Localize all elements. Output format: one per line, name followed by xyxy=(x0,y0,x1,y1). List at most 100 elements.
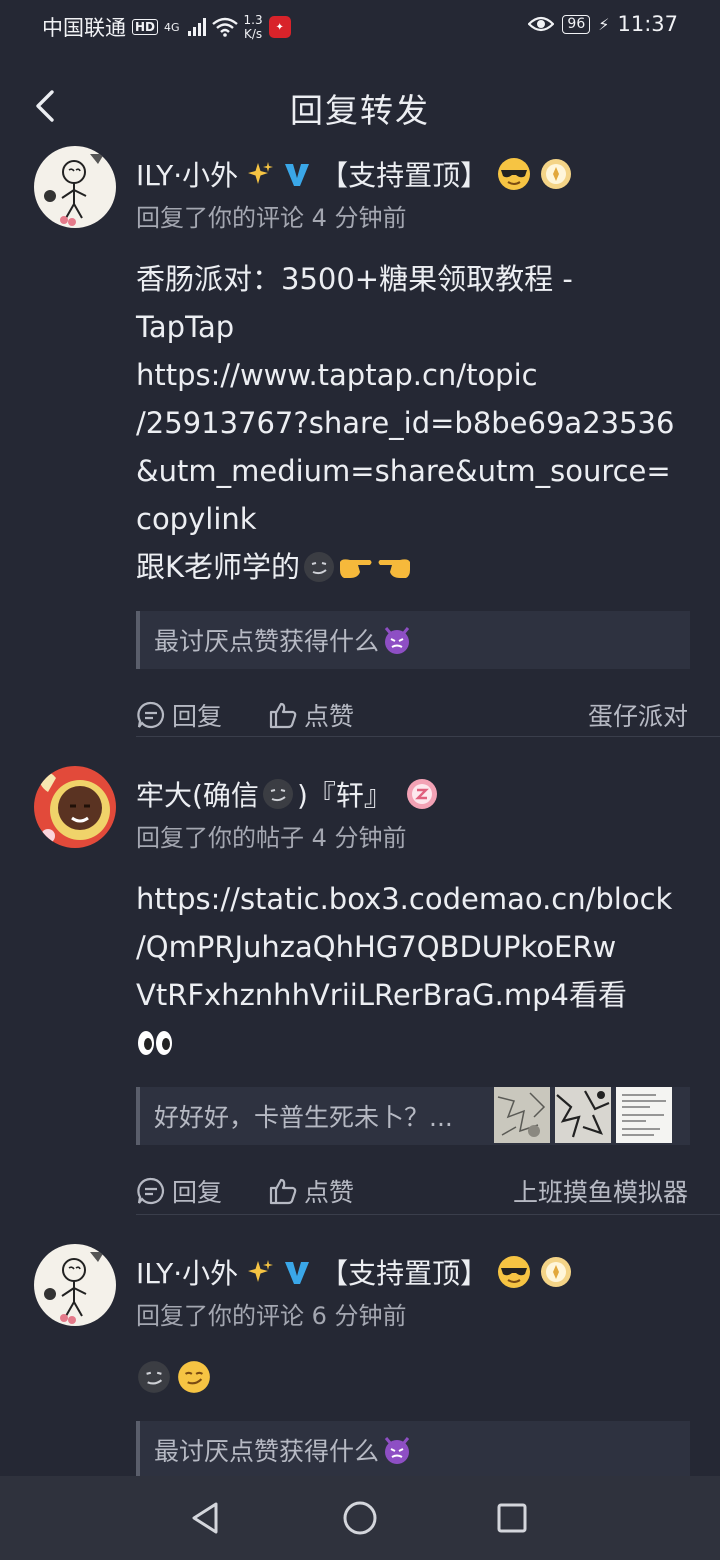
reply-meta: 回复了你的评论 4 分钟前 xyxy=(136,204,407,232)
thumbs-up-icon xyxy=(269,702,297,729)
level-badge-icon xyxy=(541,1257,572,1287)
speed-unit: K/s xyxy=(244,27,263,41)
point-right-icon xyxy=(340,559,372,578)
divider xyxy=(136,736,720,737)
avatar[interactable] xyxy=(34,1244,116,1326)
status-left: 中国联通 HD 4G 1.3 K/s ✦ xyxy=(42,12,291,42)
author-name-text: 牢大(确信 xyxy=(136,779,259,812)
portrait-avatar-icon xyxy=(34,766,116,848)
page-title: 回复转发 xyxy=(290,91,430,130)
status-bar: 中国联通 HD 4G 1.3 K/s ✦ 96 ⚡ 11:37 xyxy=(0,0,720,52)
network-speed: 1.3 K/s xyxy=(244,13,263,41)
eyes-emoji-icon xyxy=(138,1031,172,1055)
sunglasses-emoji-icon xyxy=(498,1256,531,1288)
author-row: ILY·小外 【支持置顶】 xyxy=(136,154,690,194)
image-thumbnail[interactable] xyxy=(616,1087,672,1143)
sunglasses-emoji-icon xyxy=(498,158,531,190)
smirk-emoji-icon xyxy=(178,1361,210,1393)
author-name-suffix: )『轩』 xyxy=(296,779,392,812)
status-right: 96 ⚡ 11:37 xyxy=(528,12,678,36)
author-tag: 【支持置顶】 xyxy=(320,159,489,192)
sparkles-icon xyxy=(248,1260,274,1282)
body-line[interactable]: /25913767?share_id=b8be69a23536 xyxy=(136,399,690,447)
clock: 11:37 xyxy=(617,12,678,36)
hd-icon: HD xyxy=(132,19,159,35)
reply-content: ILY·小外 【支持置顶】 xyxy=(136,1252,690,1476)
image-thumbnail[interactable] xyxy=(494,1087,550,1143)
body-line: TapTap xyxy=(136,310,235,344)
author-row: 牢大(确信 )『轩』 xyxy=(136,774,690,814)
author-name[interactable]: 牢大(确信 )『轩』 xyxy=(136,774,392,814)
reply-actions: 回复 点赞 上班摸鱼模拟器 xyxy=(136,1173,690,1213)
smirk-face-icon xyxy=(138,1361,170,1393)
reply-body[interactable] xyxy=(136,1353,690,1401)
like-label: 点赞 xyxy=(304,1178,355,1207)
devil-face-icon xyxy=(384,627,410,654)
network-type-label: 4G xyxy=(164,20,180,34)
charging-icon: ⚡ xyxy=(598,14,610,34)
reply-button[interactable]: 回复 xyxy=(136,697,222,733)
quoted-comment[interactable]: 好好好，卡普生死未卜？... xyxy=(136,1087,690,1145)
author-name[interactable]: ILY·小外 xyxy=(136,1252,238,1292)
stick-figure-avatar-icon xyxy=(34,146,116,228)
reply-feed[interactable]: ILY·小外 【支持置顶】 回复了你的评论 4 分钟前 香肠派对：3500+糖果… xyxy=(0,142,720,1476)
nav-back-icon[interactable] xyxy=(186,1498,226,1538)
author-tag: 【支持置顶】 xyxy=(320,1257,489,1290)
body-line[interactable]: https://static.box3.codemao.cn/block xyxy=(136,875,690,923)
like-button[interactable]: 点赞 xyxy=(268,697,354,733)
image-thumbnail[interactable] xyxy=(555,1087,611,1143)
speed-value: 1.3 xyxy=(243,13,263,27)
verified-icon xyxy=(285,1262,310,1284)
source-game-tag[interactable]: 上班摸鱼模拟器 xyxy=(513,1173,688,1209)
level-badge-icon xyxy=(541,159,572,189)
body-line[interactable]: copylink xyxy=(136,495,690,543)
stick-figure-avatar-icon xyxy=(34,1244,116,1326)
thumbs-up-icon xyxy=(269,1178,297,1205)
reply-label: 回复 xyxy=(172,702,223,731)
author-row: ILY·小外 【支持置顶】 xyxy=(136,1252,690,1292)
battery-level: 96 xyxy=(567,15,586,32)
nav-home-icon[interactable] xyxy=(340,1498,380,1538)
carrier-label: 中国联通 xyxy=(42,16,126,40)
quoted-text: 好好好，卡普生死未卜？... xyxy=(154,1103,453,1132)
eye-comfort-icon xyxy=(528,16,555,32)
quoted-comment[interactable]: 最讨厌点赞获得什么 xyxy=(136,1421,690,1476)
reply-content: 牢大(确信 )『轩』 回复了你的帖子 4 分钟前 https://static.… xyxy=(136,774,690,1213)
divider xyxy=(136,1214,720,1215)
level-badge-icon xyxy=(406,779,437,809)
sparkles-icon xyxy=(248,162,274,184)
reply-button[interactable]: 回复 xyxy=(136,1173,222,1209)
avatar[interactable] xyxy=(34,146,116,228)
source-game-tag[interactable]: 蛋仔派对 xyxy=(588,697,688,733)
quoted-comment[interactable]: 最讨厌点赞获得什么 xyxy=(136,611,690,669)
signal-icon xyxy=(187,18,206,36)
devil-face-icon xyxy=(384,1437,410,1464)
body-line[interactable]: /QmPRJuhzaQhHG7QBDUPkoERw xyxy=(136,923,690,971)
body-line-with-emoji xyxy=(136,1019,690,1067)
reply-meta: 回复了你的帖子 4 分钟前 xyxy=(136,824,407,852)
body-line[interactable]: https://www.taptap.cn/topic xyxy=(136,351,690,399)
author-name[interactable]: ILY·小外 xyxy=(136,154,238,194)
wifi-icon xyxy=(211,17,238,37)
reply-body[interactable]: 香肠派对：3500+糖果领取教程 - TapTap https://www.ta… xyxy=(136,255,690,591)
comment-icon xyxy=(137,701,165,729)
nav-recents-icon[interactable] xyxy=(492,1498,532,1538)
body-line[interactable]: &utm_medium=share&utm_source= xyxy=(136,447,690,495)
body-line[interactable]: VtRFxhznhhVriiLRerBraG.mp4看看 xyxy=(136,971,690,1019)
like-label: 点赞 xyxy=(304,702,355,731)
avatar[interactable] xyxy=(34,766,116,848)
battery-icon: 96 xyxy=(562,14,591,34)
title-bar: 回复转发 xyxy=(0,60,720,152)
point-left-icon xyxy=(378,559,411,578)
quote-thumbnails xyxy=(494,1087,672,1143)
screen: 中国联通 HD 4G 1.3 K/s ✦ 96 ⚡ 11:37 回复转发 ILY… xyxy=(0,0,720,1560)
comment-icon xyxy=(137,1177,165,1205)
reply-label: 回复 xyxy=(172,1178,223,1207)
notification-app-icon: ✦ xyxy=(268,16,291,38)
reply-body[interactable]: https://static.box3.codemao.cn/block /Qm… xyxy=(136,875,690,1067)
like-button[interactable]: 点赞 xyxy=(268,1173,354,1209)
body-line-with-emoji: 跟K老师学的 xyxy=(136,543,690,591)
body-line: 香肠派对：3500+糖果领取教程 - xyxy=(136,262,573,296)
system-nav-bar xyxy=(0,1476,720,1560)
reply-content: ILY·小外 【支持置顶】 xyxy=(136,154,690,737)
